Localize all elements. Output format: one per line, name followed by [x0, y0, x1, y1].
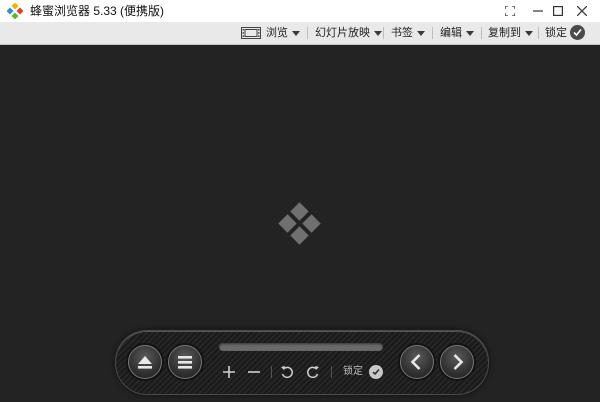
- film-strip-icon: [241, 27, 261, 39]
- rotate-left-icon[interactable]: [280, 364, 294, 380]
- progress-slider[interactable]: [219, 343, 383, 351]
- panel-lock-label[interactable]: 锁定: [343, 365, 363, 379]
- close-button[interactable]: [568, 0, 596, 22]
- chevron-down-icon: [374, 30, 382, 36]
- control-panel: 锁定: [115, 330, 489, 395]
- bookmarks-menu[interactable]: 书签: [391, 22, 425, 44]
- title-bar: 蜂蜜浏览器 5.33 (便携版): [0, 0, 600, 23]
- toolbar-divider: [307, 27, 308, 39]
- edit-menu[interactable]: 编辑: [440, 22, 474, 44]
- menu-button[interactable]: [168, 345, 202, 379]
- toolbar-divider: [481, 27, 482, 39]
- toolbar-divider: [538, 27, 539, 39]
- toolbar-divider: [383, 27, 384, 39]
- chevron-down-icon: [525, 30, 533, 36]
- panel-divider: [331, 366, 332, 378]
- toolbar: 浏览 幻灯片放映 书签 编辑 复制到 锁定: [0, 22, 600, 45]
- slideshow-label: 幻灯片放映: [315, 27, 370, 39]
- maximize-icon: [553, 6, 563, 16]
- app-logo-icon: [7, 3, 23, 19]
- toolbar-divider: [432, 27, 433, 39]
- zoom-in-icon[interactable]: [222, 364, 236, 380]
- close-icon: [577, 6, 587, 16]
- minimize-icon: [533, 10, 543, 12]
- slideshow-menu[interactable]: 幻灯片放映: [315, 22, 382, 44]
- edit-label: 编辑: [440, 27, 462, 39]
- eject-icon: [138, 356, 152, 369]
- previous-icon: [410, 354, 421, 370]
- chevron-down-icon: [292, 30, 300, 36]
- chevron-down-icon: [466, 30, 474, 36]
- fullscreen-icon: [505, 6, 515, 16]
- eject-button[interactable]: [128, 345, 162, 379]
- chevron-down-icon: [417, 30, 425, 36]
- rotate-right-icon[interactable]: [306, 364, 320, 380]
- lock-label: 锁定: [545, 27, 567, 39]
- lock-toggle[interactable]: 锁定: [545, 22, 567, 44]
- next-button[interactable]: [440, 345, 474, 379]
- next-icon: [453, 354, 464, 370]
- browse-label: 浏览: [266, 27, 288, 39]
- lock-check-icon[interactable]: [570, 25, 585, 40]
- bookmarks-label: 书签: [391, 27, 413, 39]
- fullscreen-button[interactable]: [496, 0, 524, 22]
- menu-icon: [178, 356, 192, 369]
- previous-button[interactable]: [400, 345, 434, 379]
- copy-to-label: 复制到: [488, 27, 521, 39]
- honeyview-logo-icon: [278, 202, 321, 245]
- zoom-out-icon[interactable]: [247, 364, 261, 380]
- browse-menu[interactable]: 浏览: [266, 22, 300, 44]
- panel-lock-check-icon[interactable]: [369, 365, 383, 379]
- panel-divider: [271, 366, 272, 378]
- copy-to-menu[interactable]: 复制到: [488, 22, 533, 44]
- window-title: 蜂蜜浏览器 5.33 (便携版): [30, 4, 165, 18]
